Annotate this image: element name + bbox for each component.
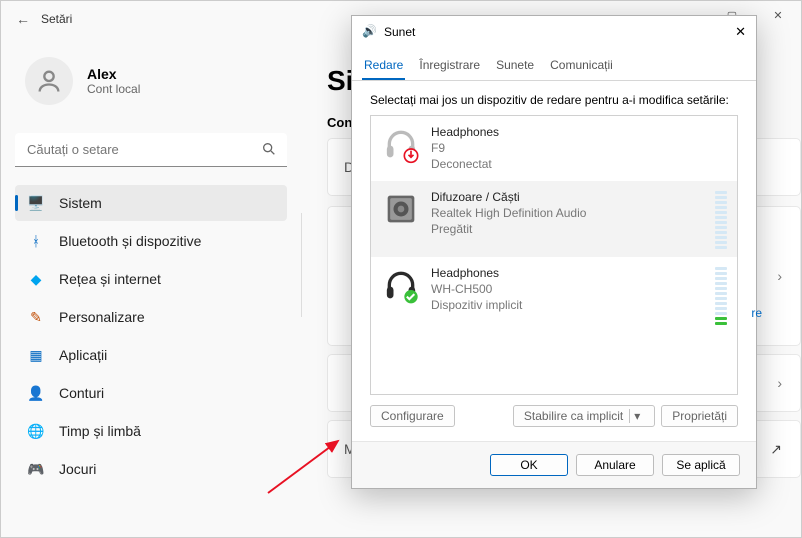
dialog-titlebar: 🔊 Sunet ✕ [352,16,756,48]
device-status: Dispozitiv implicit [431,297,705,313]
sidebar-item-re-ea-i-internet[interactable]: ◆ Rețea și internet [15,261,287,297]
device-icon [381,189,421,229]
properties-button[interactable]: Proprietăți [661,405,738,427]
dialog-close-button[interactable]: ✕ [735,24,746,40]
chevron-down-icon: ▾ [629,409,644,423]
nav-icon: 🌐 [27,422,45,440]
dialog-footer: OK Anulare Se aplică [352,441,756,488]
configure-button[interactable]: Configurare [370,405,455,427]
device-status: Deconectat [431,156,727,172]
nav-label: Sistem [59,195,102,211]
device-name: Headphones [431,265,705,281]
tab-redare[interactable]: Redare [362,54,405,80]
device-subtitle: Realtek High Definition Audio [431,205,705,221]
sidebar-item-bluetooth-i-dispozitive[interactable]: ᚼ Bluetooth și dispozitive [15,223,287,259]
set-default-button[interactable]: Stabilire ca implicit ▾ [513,405,655,427]
device-subtitle: F9 [431,140,727,156]
nav-icon: 🖥️ [27,194,45,212]
level-meter [715,189,727,249]
nav-label: Bluetooth și dispozitive [59,233,201,249]
sound-icon: 🔊 [362,24,378,40]
chevron-right-icon: › [777,268,782,284]
sidebar-item-timp-i-limb-[interactable]: 🌐 Timp și limbă [15,413,287,449]
nav-icon: ᚼ [27,232,45,250]
nav-icon: 👤 [27,384,45,402]
user-name: Alex [87,66,140,82]
avatar [25,57,73,105]
close-button[interactable]: ✕ [755,1,801,31]
apply-button[interactable]: Se aplică [662,454,740,476]
user-block[interactable]: Alex Cont local [15,37,287,133]
nav-icon: ▦ [27,346,45,364]
divider [301,213,302,317]
open-external-icon: ↗ [770,441,782,458]
window-title: Setări [41,12,72,26]
cancel-button[interactable]: Anulare [576,454,654,476]
nav-icon: ◆ [27,270,45,288]
device-name: Headphones [431,124,727,140]
level-meter [715,265,727,325]
nav-icon: 🎮 [27,460,45,478]
nav-label: Aplicații [59,347,107,363]
sidebar: Alex Cont local 🖥️ Sistem ᚼ Bluetooth și di… [1,37,301,537]
nav-label: Timp și limbă [59,423,141,439]
device-status: Pregătit [431,221,705,237]
sidebar-item-conturi[interactable]: 👤 Conturi [15,375,287,411]
device-item[interactable]: HeadphonesF9Deconectat [371,116,737,181]
tabs: Redare Înregistrare Sunete Comunicații [352,48,756,81]
search-icon [261,141,277,157]
user-icon [35,67,63,95]
chevron-right-icon: › [777,375,782,391]
dialog-actions: Configurare Stabilire ca implicit ▾ Prop… [370,405,738,427]
tab-înregistrare[interactable]: Înregistrare [417,54,482,80]
device-icon [381,124,421,164]
nav-icon: ✎ [27,308,45,326]
sidebar-item-aplica-ii[interactable]: ▦ Aplicații [15,337,287,373]
device-icon [381,265,421,305]
nav-list: 🖥️ Sistem ᚼ Bluetooth și dispozitive ◆ Rețea … [15,185,287,487]
user-sub: Cont local [87,82,140,96]
search-box[interactable] [15,133,287,167]
device-item[interactable]: HeadphonesWH-CH500Dispozitiv implicit [371,257,737,333]
back-button[interactable]: ← [5,11,41,27]
nav-label: Rețea și internet [59,271,161,287]
instruction-text: Selectați mai jos un dispozitiv de redar… [370,93,738,107]
search-input[interactable] [15,133,287,167]
device-item[interactable]: Difuzoare / CăștiRealtek High Definition… [371,181,737,257]
ok-button[interactable]: OK [490,454,568,476]
dialog-title: Sunet [384,25,415,39]
nav-label: Jocuri [59,461,96,477]
device-name: Difuzoare / Căști [431,189,705,205]
tab-sunete[interactable]: Sunete [494,54,536,80]
sidebar-item-jocuri[interactable]: 🎮 Jocuri [15,451,287,487]
sound-dialog: 🔊 Sunet ✕ Redare Înregistrare Sunete Comuni… [351,15,757,489]
tab-comunicații[interactable]: Comunicații [548,54,615,80]
nav-label: Conturi [59,385,104,401]
sidebar-item-sistem[interactable]: 🖥️ Sistem [15,185,287,221]
device-list[interactable]: HeadphonesF9DeconectatDifuzoare / CăștiR… [370,115,738,395]
peek-text: re [751,306,762,320]
nav-label: Personalizare [59,309,145,325]
device-subtitle: WH-CH500 [431,281,705,297]
sidebar-item-personalizare[interactable]: ✎ Personalizare [15,299,287,335]
